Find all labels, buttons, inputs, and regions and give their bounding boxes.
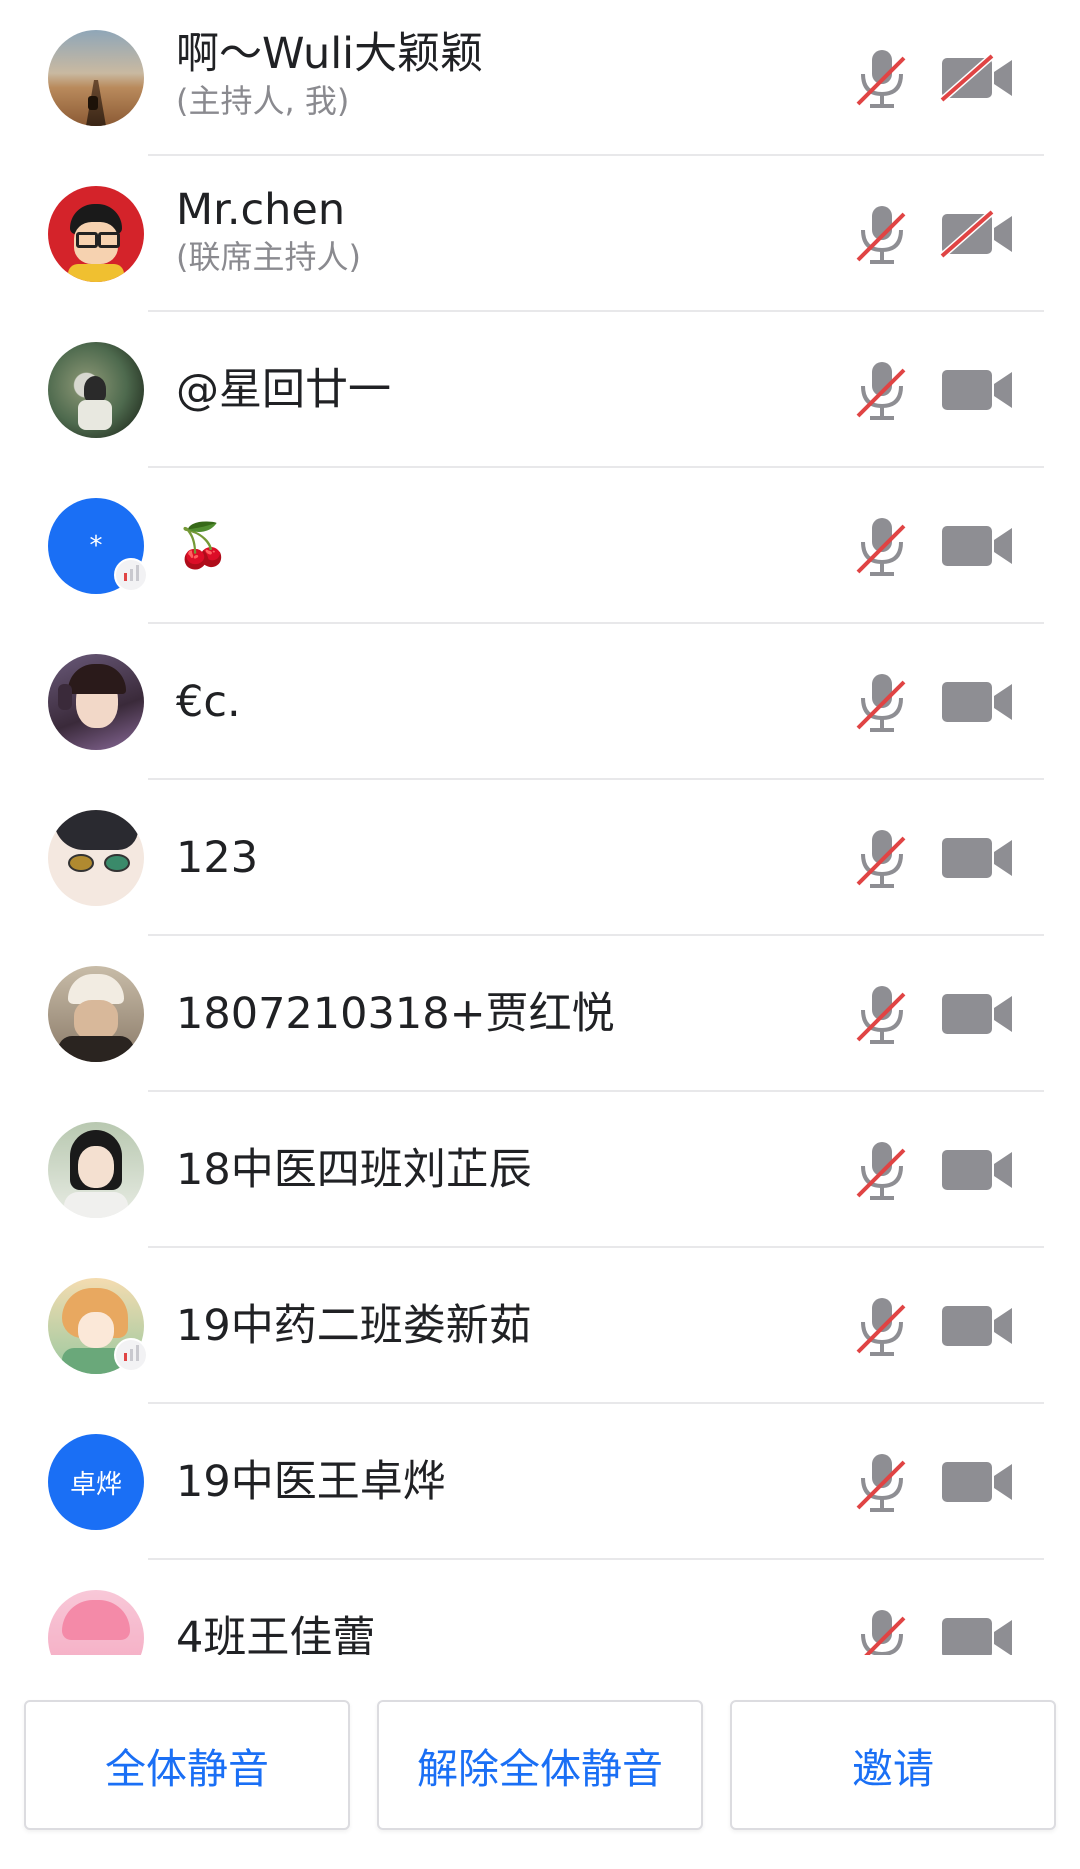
camera-off-icon[interactable] [940, 210, 1014, 258]
participant-role: (联席主持人) [176, 238, 361, 276]
participant-row[interactable]: 啊～Wuli大颖颖 (主持人, 我) [0, 0, 1080, 156]
camera-icon[interactable] [940, 1302, 1014, 1350]
participant-row[interactable]: Mr.chen (联席主持人) [0, 156, 1080, 312]
mic-muted-icon[interactable] [856, 982, 908, 1046]
avatar [48, 1278, 148, 1374]
participant-name: @星回廿一 [176, 365, 391, 415]
mic-muted-icon[interactable] [856, 202, 908, 266]
participant-name: 19中药二班娄新茹 [176, 1301, 532, 1351]
participant-row[interactable]: 123 [0, 780, 1080, 936]
avatar [48, 1590, 144, 1655]
participant-row[interactable]: 卓烨 19中医王卓烨 [0, 1404, 1080, 1560]
avatar-initials: 卓烨 [48, 1434, 144, 1530]
participant-name: 4班王佳蕾 [176, 1613, 376, 1655]
participant-name: 19中医王卓烨 [176, 1457, 446, 1507]
avatar [48, 30, 144, 126]
participant-row[interactable]: 19中药二班娄新茹 [0, 1248, 1080, 1404]
camera-icon[interactable] [940, 678, 1014, 726]
camera-icon[interactable] [940, 1614, 1014, 1655]
camera-icon[interactable] [940, 366, 1014, 414]
mic-muted-icon[interactable] [856, 670, 908, 734]
avatar [48, 654, 144, 750]
participant-row[interactable]: * 🍒 [0, 468, 1080, 624]
mic-muted-icon[interactable] [856, 1138, 908, 1202]
participant-name: 123 [176, 833, 259, 883]
participant-name: 🍒 [176, 521, 230, 571]
participant-role: (主持人, 我) [176, 82, 350, 120]
avatar [48, 186, 144, 282]
participant-row[interactable]: €c. [0, 624, 1080, 780]
mic-muted-icon[interactable] [856, 826, 908, 890]
mic-muted-icon[interactable] [856, 46, 908, 110]
avatar [48, 1122, 144, 1218]
bottom-action-bar: 全体静音 解除全体静音 邀请 [0, 1655, 1080, 1869]
camera-icon[interactable] [940, 834, 1014, 882]
mic-muted-icon[interactable] [856, 358, 908, 422]
participant-name: 1807210318+贾红悦 [176, 989, 615, 1039]
camera-icon[interactable] [940, 522, 1014, 570]
avatar: * [48, 498, 148, 594]
participant-list[interactable]: 啊～Wuli大颖颖 (主持人, 我) Mr.chen (联席主持人) @星回廿一… [0, 0, 1080, 1655]
participant-row[interactable]: @星回廿一 [0, 312, 1080, 468]
participant-name: 啊～Wuli大颖颖 [176, 29, 484, 79]
avatar: 卓烨 [48, 1434, 144, 1530]
participant-row[interactable]: 18中医四班刘芷辰 [0, 1092, 1080, 1248]
mic-muted-icon[interactable] [856, 1294, 908, 1358]
audio-level-icon [114, 558, 148, 592]
unmute-all-button[interactable]: 解除全体静音 [377, 1700, 703, 1830]
participant-row[interactable]: 4班王佳蕾 [0, 1560, 1080, 1655]
camera-icon[interactable] [940, 1458, 1014, 1506]
avatar [48, 966, 144, 1062]
camera-icon[interactable] [940, 1146, 1014, 1194]
invite-button[interactable]: 邀请 [730, 1700, 1056, 1830]
participant-name: Mr.chen [176, 185, 346, 235]
mic-muted-icon[interactable] [856, 1450, 908, 1514]
avatar [48, 810, 144, 906]
mute-all-button[interactable]: 全体静音 [24, 1700, 350, 1830]
camera-icon[interactable] [940, 990, 1014, 1038]
mic-muted-icon[interactable] [856, 514, 908, 578]
audio-level-icon [114, 1338, 148, 1372]
avatar [48, 342, 144, 438]
participant-row[interactable]: 1807210318+贾红悦 [0, 936, 1080, 1092]
participant-name: 18中医四班刘芷辰 [176, 1145, 532, 1195]
camera-off-icon[interactable] [940, 54, 1014, 102]
participant-name: €c. [176, 677, 241, 727]
mic-muted-icon[interactable] [856, 1606, 908, 1655]
